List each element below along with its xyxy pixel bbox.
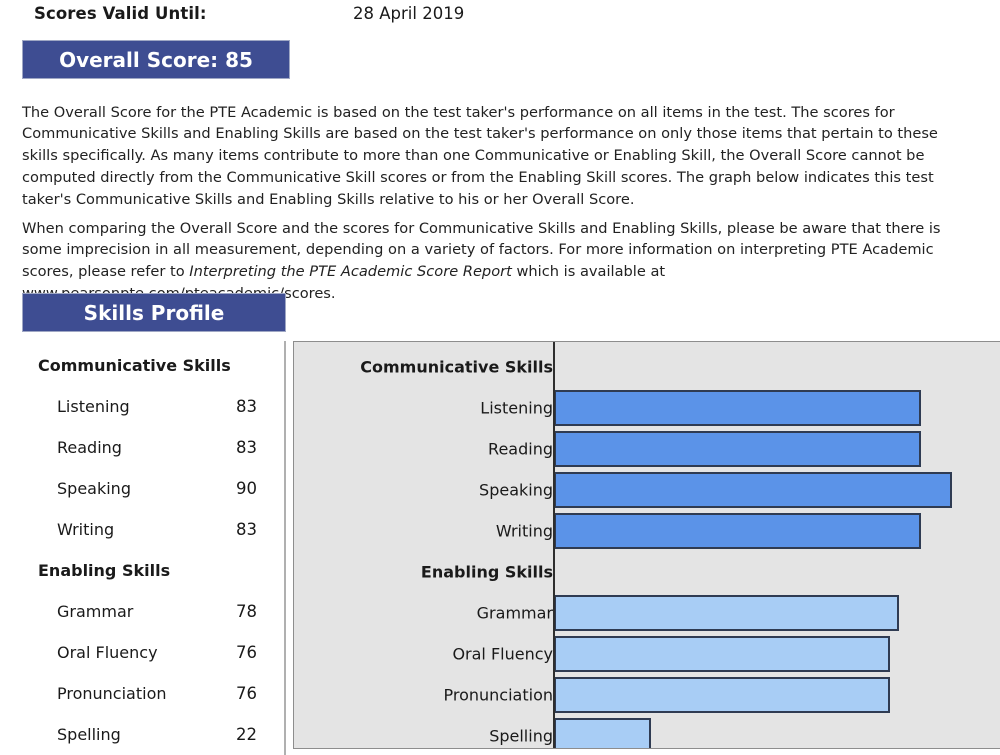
overall-score-banner-label: Overall Score: 85 (59, 47, 253, 72)
score-table-row: Reading 83 (0, 427, 285, 468)
score-table-value: 22 (236, 725, 257, 744)
overall-score-explanation-paragraph: The Overall Score for the PTE Academic i… (22, 103, 938, 208)
skills-profile-chart: Communicative Skills Listening Reading Spea… (293, 341, 1000, 749)
score-table-row: Speaking 90 (0, 468, 285, 509)
chart-bar (554, 635, 890, 672)
score-table-value: 83 (236, 438, 257, 457)
chart-row: Spelling (294, 715, 1000, 748)
score-table-row: Spelling 22 (0, 714, 285, 755)
scores-valid-until-row: Scores Valid Until: 28 April 2019 (0, 0, 1000, 30)
scores-valid-until-label: Scores Valid Until: (34, 4, 207, 23)
score-table-row: Writing 83 (0, 509, 285, 550)
score-table-label: Spelling (57, 725, 121, 744)
score-table-label: Speaking (57, 479, 131, 498)
skills-profile-section: Communicative Skills Listening 83 Reading 83… (0, 341, 1000, 755)
score-table-value: 78 (236, 602, 257, 621)
score-table-label: Pronunciation (57, 684, 167, 703)
score-table-label: Grammar (57, 602, 134, 621)
chart-bar (554, 389, 921, 426)
chart-row: Oral Fluency (294, 633, 1000, 674)
score-table-label: Reading (57, 438, 122, 457)
chart-row-label: Grammar (476, 603, 553, 622)
chart-row: Writing (294, 510, 1000, 551)
table-chart-divider (284, 341, 286, 755)
chart-bar (554, 717, 652, 748)
chart-row: Listening (294, 387, 1000, 428)
score-table-value: 83 (236, 520, 257, 539)
score-table-value: 76 (236, 684, 257, 703)
chart-row-label: Speaking (479, 480, 553, 499)
chart-bar (554, 676, 890, 713)
chart-row: Pronunciation (294, 674, 1000, 715)
chart-bar (554, 430, 921, 467)
chart-row-label: Spelling (489, 726, 553, 745)
chart-row-label: Communicative Skills (360, 357, 553, 376)
chart-baseline-axis (553, 342, 555, 748)
score-table-group-enabling-skills: Enabling Skills (0, 550, 285, 591)
scores-valid-until-value: 28 April 2019 (353, 4, 465, 23)
overall-score-banner: Overall Score: 85 (22, 40, 290, 79)
chart-row-label: Oral Fluency (452, 644, 553, 663)
score-table-row: Grammar 78 (0, 591, 285, 632)
chart-group-enabling-skills: Enabling Skills (294, 551, 1000, 592)
skills-profile-banner: Skills Profile (22, 293, 286, 332)
score-table-label: Enabling Skills (38, 561, 171, 580)
score-table-row: Pronunciation 76 (0, 673, 285, 714)
score-table-value: 90 (236, 479, 257, 498)
chart-row-label: Writing (495, 521, 553, 540)
chart-bar (554, 594, 899, 631)
score-table-value: 83 (236, 397, 257, 416)
chart-row: Reading (294, 428, 1000, 469)
score-comparison-paragraph: When comparing the Overall Score and the… (22, 218, 962, 305)
chart-row: Grammar (294, 592, 1000, 633)
interpreting-report-title: Interpreting the PTE Academic Score Repo… (189, 263, 512, 281)
chart-bar (554, 512, 921, 549)
score-table-label: Writing (57, 520, 115, 539)
chart-bar (554, 471, 952, 508)
score-table-label: Oral Fluency (57, 643, 158, 662)
score-table-row: Oral Fluency 76 (0, 632, 285, 673)
chart-row-label: Reading (488, 439, 553, 458)
skills-profile-banner-label: Skills Profile (83, 300, 225, 325)
score-table-label: Listening (57, 397, 130, 416)
chart-group-communicative-skills: Communicative Skills (294, 346, 1000, 387)
score-table-label: Communicative Skills (38, 356, 231, 375)
chart-row-label: Pronunciation (443, 685, 554, 704)
chart-row: Speaking (294, 469, 1000, 510)
score-table-row: Listening 83 (0, 386, 285, 427)
score-table-group-communicative-skills: Communicative Skills (0, 345, 285, 386)
chart-row-label: Listening (480, 398, 553, 417)
chart-row-label: Enabling Skills (420, 562, 553, 581)
skills-score-table: Communicative Skills Listening 83 Reading 83… (0, 341, 285, 755)
score-table-value: 76 (236, 643, 257, 662)
